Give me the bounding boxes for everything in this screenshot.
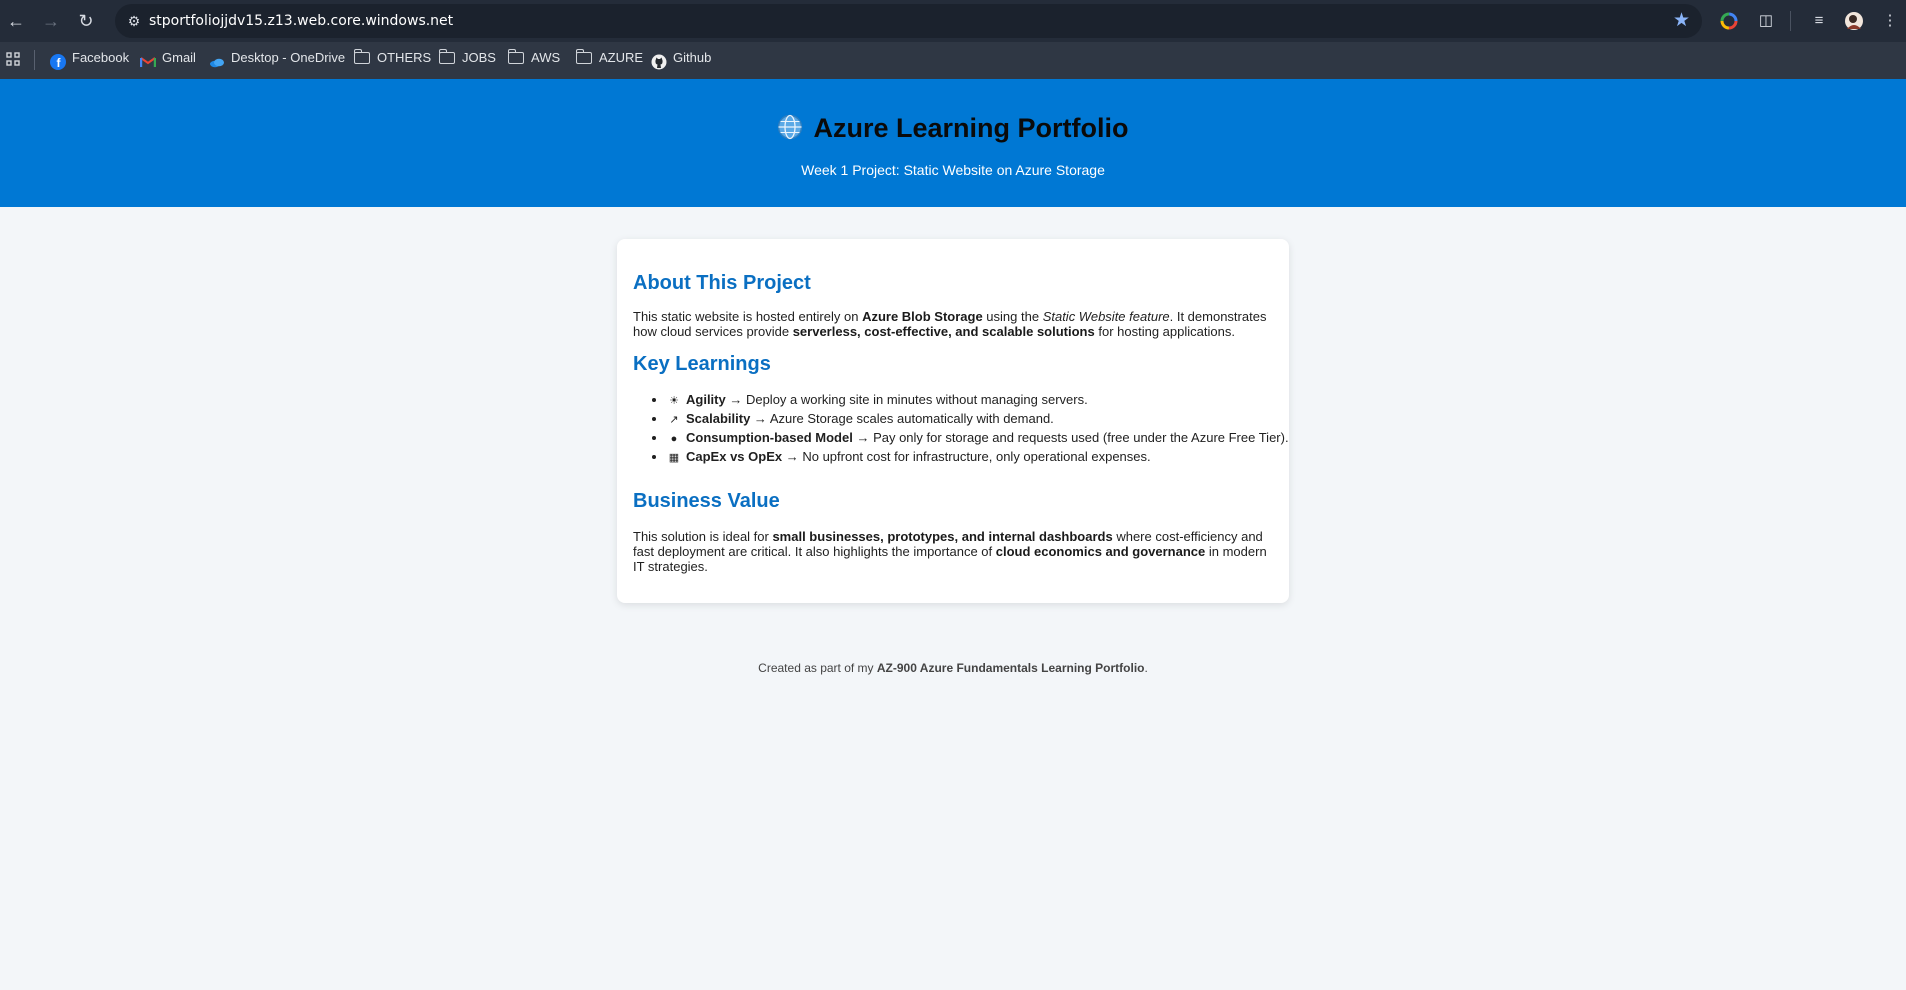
bookmark-label: AWS <box>531 50 561 65</box>
reload-icon[interactable]: ↻ <box>74 9 98 33</box>
business-paragraph: This solution is ideal for small busines… <box>633 529 1267 574</box>
onedrive-icon <box>209 50 225 67</box>
menu-kebab-icon[interactable]: ⋮ <box>1878 9 1902 33</box>
bookmark-folder-others[interactable]: OTHERS <box>353 42 432 79</box>
facebook-icon: f <box>50 50 66 70</box>
list-item: ▦CapEx vs OpEx → No upfront cost for inf… <box>667 449 1307 466</box>
page-title: Azure Learning Portfolio <box>813 113 1129 143</box>
money-bag-icon: ● <box>670 433 678 445</box>
bookmark-folder-jobs[interactable]: JOBS <box>438 42 496 79</box>
address-bar[interactable]: ⚙ stportfoliojjdv15.z13.web.core.windows… <box>115 4 1702 38</box>
bookmark-facebook[interactable]: f Facebook <box>50 42 129 79</box>
chart-icon: ↗ <box>669 414 679 426</box>
browser-toolbar: ← → ↻ ⚙ stportfoliojjdv15.z13.web.core.w… <box>0 0 1906 42</box>
business-heading: Business Value <box>633 490 780 512</box>
about-heading: About This Project <box>633 272 811 294</box>
apps-grid-icon[interactable] <box>6 42 20 79</box>
media-queue-icon[interactable]: ≡ <box>1807 9 1831 33</box>
back-arrow-icon[interactable]: ← <box>4 9 28 33</box>
page-footer: Created as part of my AZ-900 Azure Funda… <box>758 661 1148 675</box>
bookmark-gmail[interactable]: Gmail <box>139 42 196 79</box>
bookmark-label: Github <box>673 50 712 65</box>
page-title-row: Azure Learning Portfolio <box>0 113 1906 144</box>
learnings-heading: Key Learnings <box>633 353 771 375</box>
list-item: ●Consumption-based Model → Pay only for … <box>667 430 1307 447</box>
url-text[interactable]: stportfoliojjdv15.z13.web.core.windows.n… <box>149 4 453 38</box>
bookmark-label: OTHERS <box>377 50 432 65</box>
bookmark-label: AZURE <box>599 50 644 65</box>
bookmark-github[interactable]: Github <box>651 42 711 79</box>
bookmark-onedrive[interactable]: Desktop - OneDrive <box>209 42 345 79</box>
bookmark-label: JOBS <box>462 50 496 65</box>
content-card: About This Project This static website i… <box>617 239 1289 603</box>
about-paragraph: This static website is hosted entirely o… <box>633 309 1267 339</box>
bookmarks-bar: f Facebook Gmail Desktop - OneDrive OTHER… <box>0 42 1906 79</box>
folder-icon <box>507 48 524 64</box>
folder-icon <box>438 48 455 64</box>
gmail-icon <box>139 50 157 67</box>
building-icon: ▦ <box>668 452 680 464</box>
list-item: ↗Scalability → Azure Storage scales auto… <box>667 411 1307 428</box>
bookmark-label: Gmail <box>162 50 196 65</box>
extensions-puzzle-icon[interactable]: ◫ <box>1754 9 1778 33</box>
page-header: Azure Learning Portfolio Week 1 Project:… <box>0 79 1906 207</box>
github-icon <box>651 50 667 70</box>
bookmark-label: Facebook <box>72 50 130 65</box>
bookmark-label: Desktop - OneDrive <box>231 50 346 65</box>
bookmark-folder-azure[interactable]: AZURE <box>575 42 644 79</box>
profile-avatar-icon[interactable] <box>1842 9 1866 33</box>
folder-icon <box>353 48 370 64</box>
color-wheel-extension-icon[interactable] <box>1717 9 1741 33</box>
bookmark-star-icon[interactable]: ★ <box>1673 9 1690 33</box>
learnings-list: ☀Agility → Deploy a working site in minu… <box>633 392 1307 468</box>
lightbulb-icon: ☀ <box>669 395 679 407</box>
page-subtitle: Week 1 Project: Static Website on Azure … <box>801 162 1105 178</box>
globe-icon <box>777 114 803 140</box>
toolbar-divider <box>1790 11 1791 31</box>
bookmarks-divider <box>34 50 35 70</box>
site-settings-icon[interactable]: ⚙ <box>123 10 145 32</box>
forward-arrow-icon[interactable]: → <box>39 9 63 33</box>
folder-icon <box>575 48 592 64</box>
bookmark-folder-aws[interactable]: AWS <box>507 42 561 79</box>
list-item: ☀Agility → Deploy a working site in minu… <box>667 392 1307 409</box>
